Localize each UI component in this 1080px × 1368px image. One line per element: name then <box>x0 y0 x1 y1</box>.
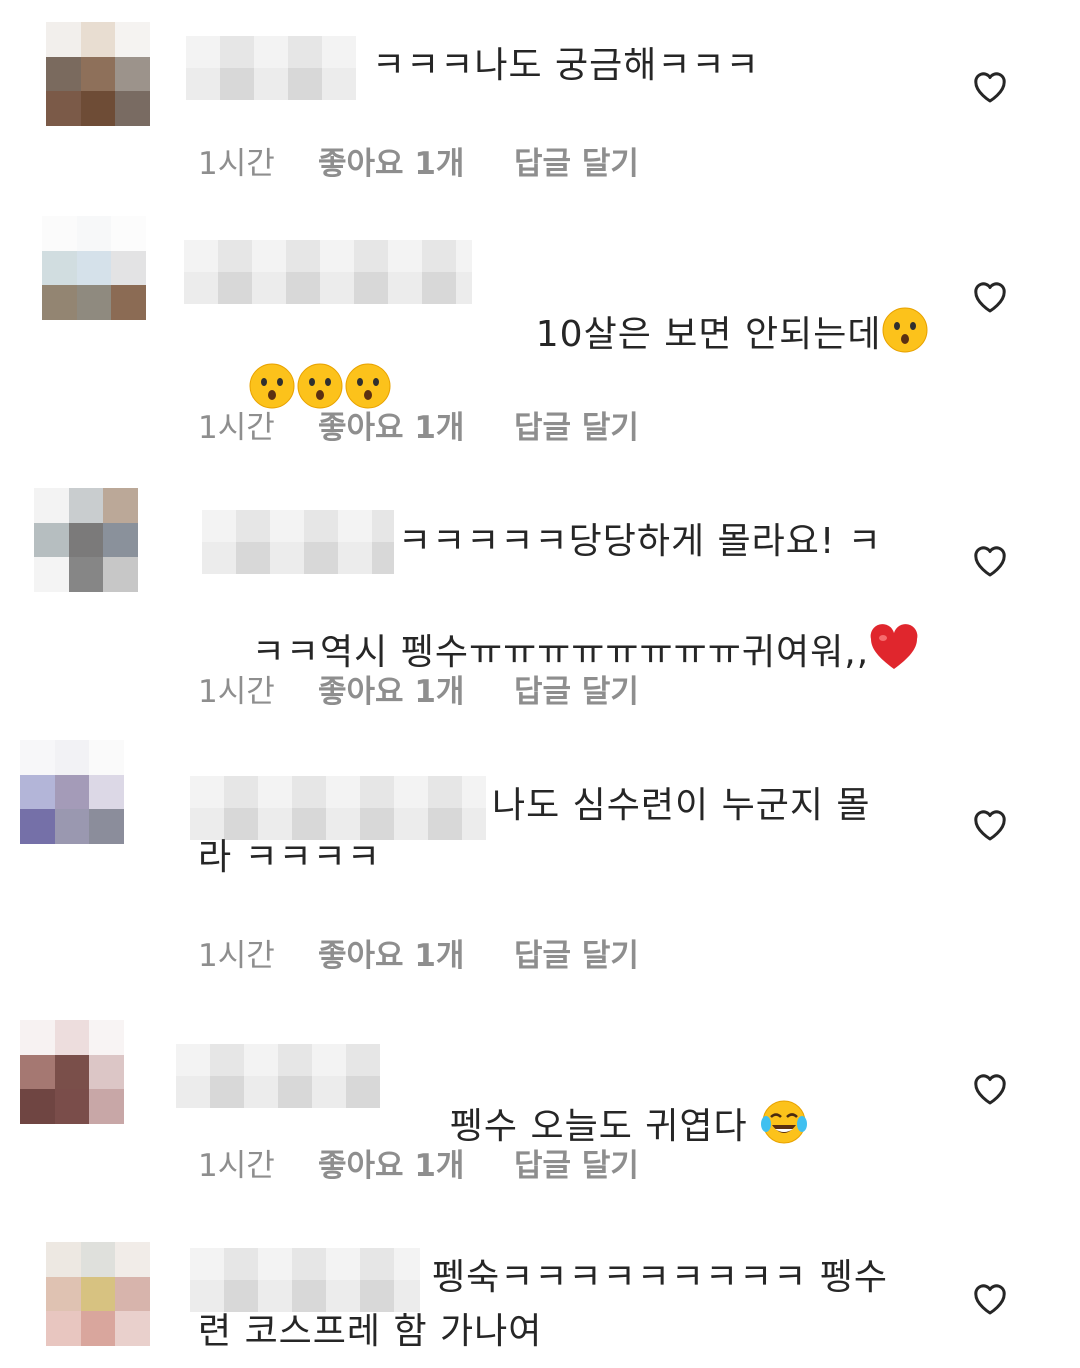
likes-count-button[interactable]: 좋아요 1개 <box>318 666 514 711</box>
reply-button[interactable]: 답글 달기 <box>514 1140 639 1185</box>
reply-button[interactable]: 답글 달기 <box>514 402 639 447</box>
comment-text: ㅋㅋㅋ나도 궁금해ㅋㅋㅋ <box>372 45 760 86</box>
comment-text: 라 ㅋㅋㅋㅋ <box>198 837 382 878</box>
reply-button[interactable]: 답글 달기 <box>514 930 639 975</box>
avatar[interactable] <box>46 22 150 126</box>
comment-text: ㅋㅋㅋㅋㅋ당당하게 몰라요! ㅋ <box>398 521 882 562</box>
comment-time: 1시간 <box>198 146 275 182</box>
avatar[interactable] <box>42 216 146 320</box>
username-redacted[interactable] <box>184 240 472 304</box>
comment-text: 펭숙ㅋㅋㅋㅋㅋㅋㅋㅋㅋ 펭수 <box>432 1257 889 1298</box>
heart-icon[interactable] <box>970 66 1010 106</box>
comment-text: 나도 심수련이 누군지 몰 <box>492 785 871 826</box>
avatar[interactable] <box>20 740 124 844</box>
comment-time: 1시간 <box>198 674 275 710</box>
comment-meta: 1시간 좋아요 1개 답글 달기 <box>198 402 639 447</box>
comment-time: 1시간 <box>198 938 275 974</box>
comment-text: 10살은 보면 안되는데 <box>486 250 929 419</box>
comment-meta: 1시간 좋아요 1개 답글 달기 <box>198 138 639 183</box>
avatar[interactable] <box>34 488 138 592</box>
tears-of-joy-emoji-icon <box>761 1100 808 1144</box>
username-redacted[interactable] <box>186 36 356 100</box>
avatar[interactable] <box>20 1020 124 1124</box>
comment-text-emoji-line <box>198 306 392 475</box>
heart-icon[interactable] <box>970 1278 1010 1318</box>
likes-count-button[interactable]: 좋아요 1개 <box>318 1140 514 1185</box>
heart-icon[interactable] <box>970 1068 1010 1108</box>
comment-time: 1시간 <box>198 1148 275 1184</box>
username-redacted[interactable] <box>190 1248 420 1312</box>
comment-text: 련 코스프레 함 가나여 <box>198 1311 543 1352</box>
username-redacted[interactable] <box>202 510 394 574</box>
likes-count-button[interactable]: 좋아요 1개 <box>318 138 514 183</box>
avatar[interactable] <box>46 1242 150 1346</box>
likes-count-button[interactable]: 좋아요 1개 <box>318 402 514 447</box>
comment-meta: 1시간 좋아요 1개 답글 달기 <box>198 1140 639 1185</box>
red-heart-emoji-icon <box>870 624 918 669</box>
comment-meta: 1시간 좋아요 1개 답글 달기 <box>198 930 639 975</box>
comment-meta: 1시간 좋아요 1개 답글 달기 <box>198 666 639 711</box>
heart-icon[interactable] <box>970 804 1010 844</box>
username-redacted[interactable] <box>176 1044 380 1108</box>
heart-icon[interactable] <box>970 540 1010 580</box>
reply-button[interactable]: 답글 달기 <box>514 138 639 183</box>
heart-icon[interactable] <box>970 276 1010 316</box>
comment-time: 1시간 <box>198 410 275 446</box>
comment-text: ㅋㅋ역시 펭수ㅠㅠㅠㅠㅠㅠㅠㅠ귀여워,, <box>202 568 919 737</box>
likes-count-button[interactable]: 좋아요 1개 <box>318 930 514 975</box>
comment-text: 펭수 오늘도 귀엽다 <box>400 1042 808 1211</box>
hushed-face-emoji-icon <box>882 307 928 353</box>
reply-button[interactable]: 답글 달기 <box>514 666 639 711</box>
